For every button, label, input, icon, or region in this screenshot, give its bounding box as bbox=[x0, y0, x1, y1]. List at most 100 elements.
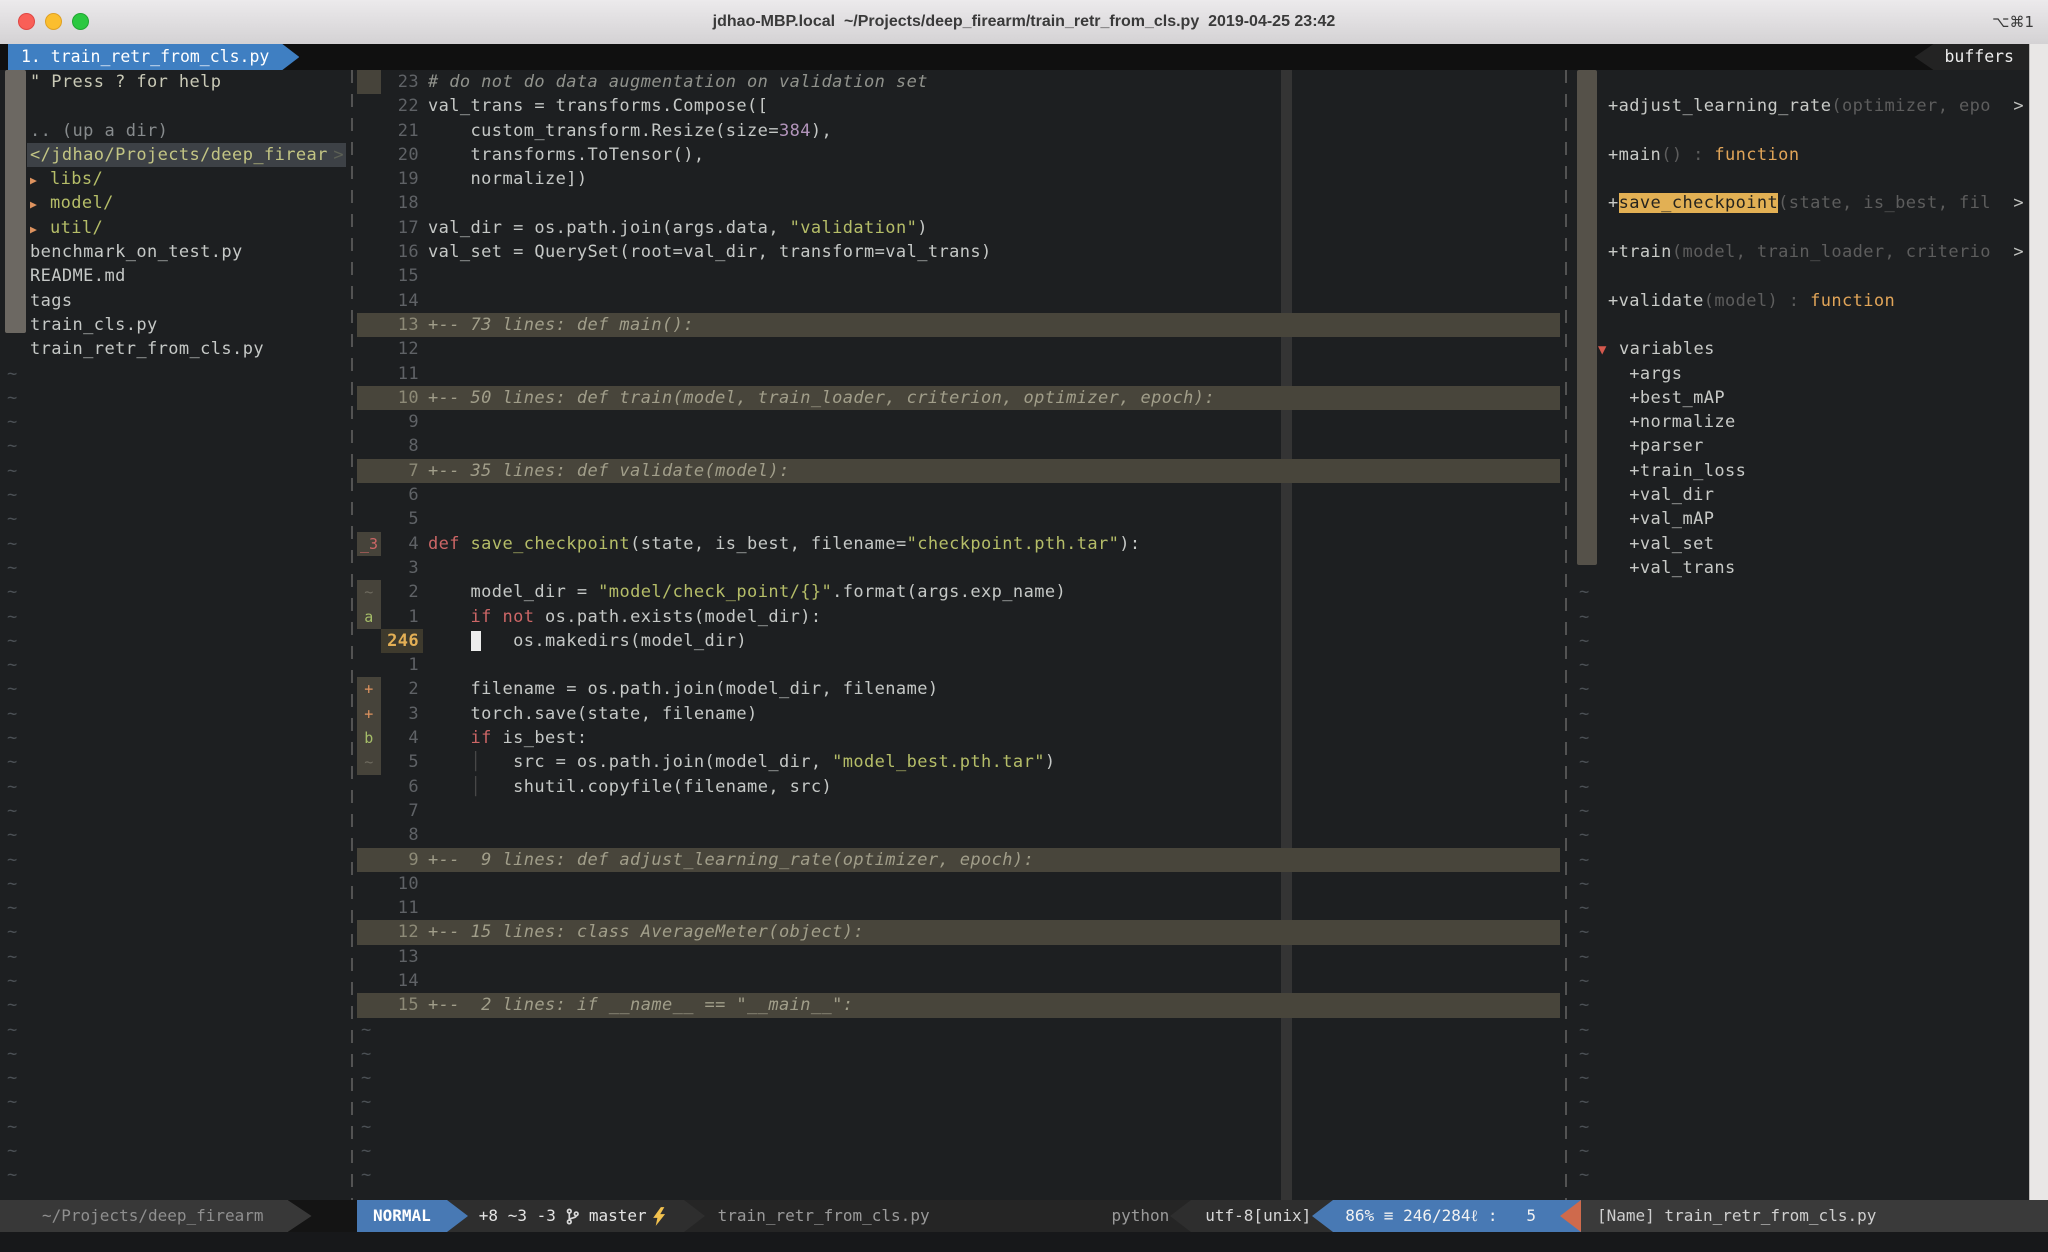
fold-line[interactable]: 13+-- 73 lines: def main(): bbox=[357, 313, 1560, 337]
code-line[interactable]: +2 filename = os.path.join(model_dir, fi… bbox=[357, 677, 1560, 701]
code-editor[interactable]: 23# do not do data augmentation on valid… bbox=[357, 70, 1560, 1200]
line-text bbox=[419, 799, 1560, 823]
fold-line[interactable]: 7+-- 35 lines: def validate(model): bbox=[357, 459, 1560, 483]
code-line[interactable]: 15 bbox=[357, 264, 1560, 288]
tree-item[interactable]: train_retr_from_cls.py bbox=[0, 337, 346, 361]
tag-entry[interactable]: +save_checkpoint(state, is_best, fil> bbox=[1575, 191, 2030, 215]
tagbar-scrollbar-thumb[interactable] bbox=[1577, 70, 1597, 565]
code-line[interactable]: 11 bbox=[357, 896, 1560, 920]
empty-line-tilde: ~ bbox=[0, 799, 346, 823]
tag-entry[interactable]: +val_mAP bbox=[1575, 507, 2030, 531]
code-line[interactable]: 21 custom_transform.Resize(size=384), bbox=[357, 119, 1560, 143]
empty-line-tilde: ~ bbox=[0, 1090, 346, 1114]
tag-text: +adjust_learning_rate bbox=[1608, 96, 1831, 116]
code-line[interactable]: 7 bbox=[357, 799, 1560, 823]
code-line[interactable]: 13 bbox=[357, 945, 1560, 969]
window-separator[interactable] bbox=[1565, 70, 1567, 1200]
tag-entry[interactable]: +adjust_learning_rate(optimizer, epo> bbox=[1575, 94, 2030, 118]
code-line[interactable]: b4 if is_best: bbox=[357, 726, 1560, 750]
nerdtree-scrollbar-thumb[interactable] bbox=[5, 70, 26, 333]
empty-line-tilde: ~ bbox=[0, 726, 346, 750]
sign-column bbox=[357, 216, 381, 240]
empty-line-tilde: ~ bbox=[1575, 775, 2030, 799]
code-line[interactable]: 246 os.makedirs(model_dir) bbox=[357, 629, 1560, 653]
code-line[interactable]: 9 bbox=[357, 410, 1560, 434]
code-line[interactable]: 14 bbox=[357, 969, 1560, 993]
code-line[interactable]: 14 bbox=[357, 289, 1560, 313]
tag-entry[interactable]: +validate(model) : function bbox=[1575, 289, 2030, 313]
buffers-label: buffers bbox=[1914, 44, 2030, 70]
editor-scrollbar-track[interactable] bbox=[2029, 44, 2048, 1252]
tree-item[interactable]: .. (up a dir) bbox=[0, 119, 346, 143]
tag-entry[interactable]: +val_dir bbox=[1575, 483, 2030, 507]
code-line[interactable]: _34def save_checkpoint(state, is_best, f… bbox=[357, 532, 1560, 556]
code-line[interactable]: 23# do not do data augmentation on valid… bbox=[357, 70, 1560, 94]
tree-item[interactable]: " Press ? for help bbox=[0, 70, 346, 94]
empty-line-tilde: ~ bbox=[0, 775, 346, 799]
empty-line-tilde: ~ bbox=[0, 677, 346, 701]
code-line[interactable]: 20 transforms.ToTensor(), bbox=[357, 143, 1560, 167]
tag-entry[interactable]: +val_trans bbox=[1575, 556, 2030, 580]
tag-entry[interactable]: +train_loss bbox=[1575, 459, 2030, 483]
traffic-lights bbox=[18, 13, 89, 30]
fold-line[interactable]: 10+-- 50 lines: def train(model, train_l… bbox=[357, 386, 1560, 410]
code-line[interactable]: 10 bbox=[357, 872, 1560, 896]
tree-item[interactable]: benchmark_on_test.py bbox=[0, 240, 346, 264]
code-line[interactable]: 11 bbox=[357, 362, 1560, 386]
tag-entry[interactable]: +parser bbox=[1575, 434, 2030, 458]
code-line[interactable]: a1 if not os.path.exists(model_dir): bbox=[357, 605, 1560, 629]
code-line[interactable]: 3 bbox=[357, 556, 1560, 580]
code-line[interactable]: ~2 model_dir = "model/check_point/{}".fo… bbox=[357, 580, 1560, 604]
tree-item[interactable]: train_cls.py bbox=[0, 313, 346, 337]
code-line[interactable]: 17val_dir = os.path.join(args.data, "val… bbox=[357, 216, 1560, 240]
tag-entry[interactable]: +best_mAP bbox=[1575, 386, 2030, 410]
tree-item[interactable]: README.md bbox=[0, 264, 346, 288]
git-segment: +8 ~3 -3 master bbox=[447, 1200, 684, 1232]
code-line[interactable]: 8 bbox=[357, 434, 1560, 458]
code-line[interactable]: 12 bbox=[357, 337, 1560, 361]
code-line[interactable]: 18 bbox=[357, 191, 1560, 215]
tree-root-item[interactable]: </jdhao/Projects/deep_firear> bbox=[0, 143, 346, 167]
code-line[interactable]: 22val_trans = transforms.Compose([ bbox=[357, 94, 1560, 118]
tree-item[interactable]: ▶util/ bbox=[0, 216, 346, 240]
tree-item[interactable]: tags bbox=[0, 289, 346, 313]
tag-entry[interactable]: +normalize bbox=[1575, 410, 2030, 434]
code-line[interactable]: 1 bbox=[357, 653, 1560, 677]
fold-line[interactable]: 12+-- 15 lines: class AverageMeter(objec… bbox=[357, 920, 1560, 944]
tag-entry[interactable]: +args bbox=[1575, 362, 2030, 386]
tree-item[interactable]: ▶libs/ bbox=[0, 167, 346, 191]
code-line[interactable]: +3 torch.save(state, filename) bbox=[357, 702, 1560, 726]
empty-line-tilde: ~ bbox=[1575, 1163, 2030, 1187]
code-line[interactable]: 6 bbox=[357, 483, 1560, 507]
empty-line-tilde: ~ bbox=[0, 483, 346, 507]
window-separator[interactable] bbox=[351, 70, 353, 1200]
command-line[interactable] bbox=[0, 1232, 2048, 1252]
code-line[interactable]: 16val_set = QuerySet(root=val_dir, trans… bbox=[357, 240, 1560, 264]
close-button[interactable] bbox=[18, 13, 35, 30]
nerdtree-panel[interactable]: " Press ? for help .. (up a dir)</jdhao/P… bbox=[0, 70, 346, 1200]
tree-item[interactable]: ▶model/ bbox=[0, 191, 346, 215]
zoom-button[interactable] bbox=[72, 13, 89, 30]
tag-entry[interactable]: +val_set bbox=[1575, 532, 2030, 556]
code-line[interactable]: ~5 │ src = os.path.join(model_dir, "mode… bbox=[357, 750, 1560, 774]
empty-line-tilde: ~ bbox=[0, 969, 346, 993]
sign-column bbox=[357, 556, 381, 580]
code-line[interactable]: 5 bbox=[357, 507, 1560, 531]
tag-kind-header[interactable]: ▼variables bbox=[1575, 337, 2030, 361]
tag-entry[interactable]: +train(model, train_loader, criterio> bbox=[1575, 240, 2030, 264]
empty-line-tilde: ~ bbox=[1575, 580, 2030, 604]
code-line[interactable]: 19 normalize]) bbox=[357, 167, 1560, 191]
empty-line-tilde: ~ bbox=[0, 1139, 346, 1163]
tag-text: +val_trans bbox=[1608, 558, 1736, 578]
tag-entry[interactable]: +main() : function bbox=[1575, 143, 2030, 167]
fold-line[interactable]: 15+-- 2 lines: if __name__ == "__main__"… bbox=[357, 993, 1560, 1017]
minimize-button[interactable] bbox=[45, 13, 62, 30]
tab-active[interactable]: 1. train_retr_from_cls.py bbox=[8, 44, 299, 70]
tagbar-panel[interactable]: +adjust_learning_rate(optimizer, epo> +ma… bbox=[1575, 70, 2030, 1200]
line-number: 6 bbox=[381, 775, 419, 799]
fold-line[interactable]: 9+-- 9 lines: def adjust_learning_rate(o… bbox=[357, 848, 1560, 872]
code-line[interactable]: 6 │ shutil.copyfile(filename, src) bbox=[357, 775, 1560, 799]
tree-item[interactable] bbox=[0, 94, 346, 118]
tag-text: +val_dir bbox=[1608, 485, 1714, 505]
code-line[interactable]: 8 bbox=[357, 823, 1560, 847]
